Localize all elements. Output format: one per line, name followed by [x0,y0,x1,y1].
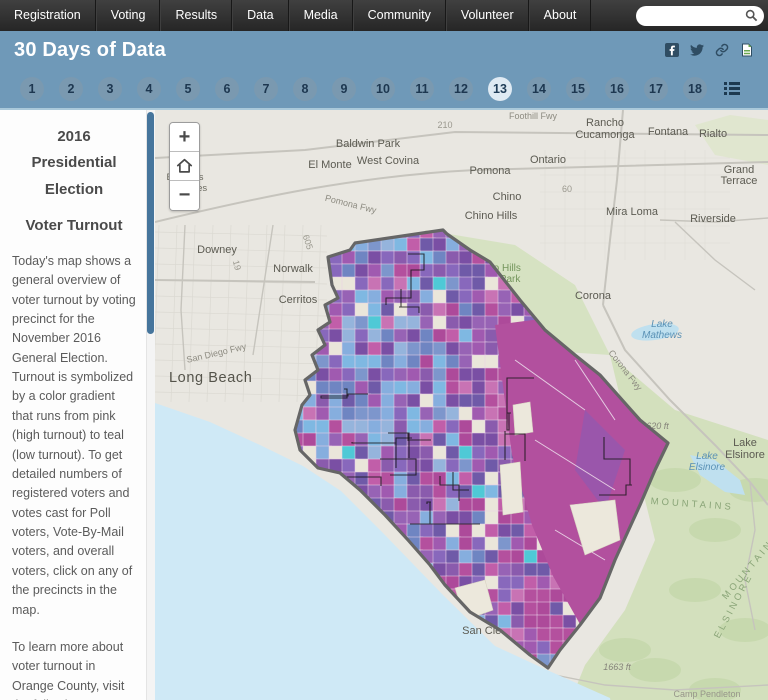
sidebar-heading-line: Presidential [31,154,117,172]
top-nav-list: Registration Voting Results Data Media Commun… [0,0,592,31]
nav-item-data[interactable]: Data [232,0,289,31]
map-label: Chino [493,191,522,203]
day-button-17[interactable]: 17 [644,76,668,101]
nav-item-community[interactable]: Community [352,0,446,31]
sidebar-heading-line: 2016 [57,128,91,145]
map-label: Lake [651,319,673,330]
map-zoom-control: + − [169,122,200,211]
day-button-5[interactable]: 5 [176,76,200,101]
link-icon[interactable] [715,43,729,57]
app-window: Registration Voting Results Data Media Commun… [0,0,768,700]
nav-item-results[interactable]: Results [160,0,233,31]
day-button-12[interactable]: 12 [449,76,473,101]
map-label: Mira Loma [606,206,659,218]
search-area [636,0,768,31]
day-button-6[interactable]: 6 [215,76,239,101]
sidebar-paragraph: To learn more about voter turnout in Ora… [12,639,127,700]
nav-item-voting[interactable]: Voting [95,0,161,31]
day-button-4[interactable]: 4 [137,76,161,101]
page-title: 30 Days of Data [14,38,166,61]
map-label: Terrace [721,175,758,187]
map-label: Fontana [648,126,689,138]
map-label: Riverside [690,213,736,225]
sidebar-scrollbar[interactable] [147,110,155,700]
zoom-out-button[interactable]: − [170,181,199,210]
day-button-7[interactable]: 7 [254,76,278,101]
map-label: Cucamonga [575,129,635,141]
map-label: Baldwin Park [336,138,401,150]
search-icon[interactable] [745,9,758,22]
day-nav: 1 2 3 4 5 6 7 8 9 10 11 12 13 14 15 16 17 18 [0,69,768,108]
day-button-3[interactable]: 3 [98,76,122,101]
nav-item-volunteer[interactable]: Volunteer [445,0,529,31]
nav-item-about[interactable]: About [528,0,592,31]
map-label: Rialto [699,128,727,140]
nav-item-media[interactable]: Media [288,0,353,31]
map-label: Downey [197,244,237,256]
day-button-8[interactable]: 8 [293,76,317,101]
map-label: Long Beach [169,370,252,386]
day-button-10[interactable]: 10 [371,76,395,101]
map-label: Elsinore [725,449,765,461]
zoom-in-button[interactable]: + [170,123,199,152]
day-button-16[interactable]: 16 [605,76,629,101]
day-button-15[interactable]: 15 [566,76,590,101]
home-button[interactable] [170,152,199,181]
header-band: 30 Days of Data 1 2 3 4 5 6 7 8 9 10 11 12 13 14 15 16 1… [0,31,768,110]
sidebar-heading: 2016 Presidential Election [12,124,136,203]
map-canvas[interactable]: Foothill Fwy 210 Rancho Cucamonga Fontana Ria… [155,110,768,700]
day-list-button[interactable] [722,77,742,101]
social-icons [665,43,754,57]
map-label: West Covina [357,155,420,167]
home-icon [176,158,193,173]
map-label: Lake [696,451,718,462]
day-button-1[interactable]: 1 [20,76,44,101]
map-label: Chino Hills [465,210,518,222]
day-button-18[interactable]: 18 [683,76,707,101]
map-label: Rancho [586,117,624,129]
map-label: Foothill Fwy [509,111,558,121]
nav-item-registration[interactable]: Registration [0,0,96,31]
map-label: Elsinore [689,462,726,473]
top-nav: Registration Voting Results Data Media Commun… [0,0,768,31]
sidebar-heading-line: Election [44,180,104,198]
sidebar-paragraph: Today's map shows a general overview of … [12,253,136,617]
map-label: El Monte [308,159,351,171]
day-button-9[interactable]: 9 [332,76,356,101]
list-view-icon [724,82,740,95]
map-label: Ontario [530,154,566,166]
day-button-2[interactable]: 2 [59,76,83,101]
facebook-icon[interactable] [665,43,679,57]
map-label: Pomona [470,165,512,177]
sidebar-paragraphs: Today's map shows a general overview of … [12,252,136,700]
day-button-11[interactable]: 11 [410,76,434,101]
sidebar-subheading: Voter Turnout [25,216,123,234]
day-button-14[interactable]: 14 [527,76,551,101]
map-label: Cerritos [279,294,318,306]
esri-map[interactable]: Foothill Fwy 210 RanchoCucamonga Fontana Ria… [155,110,768,700]
map-label: Camp Pendleton [673,689,740,699]
scrollbar-thumb[interactable] [147,112,154,334]
map-label: Lake [733,437,757,449]
document-icon[interactable] [740,43,754,57]
sidebar: 2016 Presidential Election Voter Turnout T… [0,110,147,700]
twitter-icon[interactable] [690,43,704,57]
map-label: 1663 ft [603,662,631,672]
map-label: Mathews [642,330,682,341]
map-label: Norwalk [273,263,313,275]
map-label: 210 [437,120,452,130]
day-button-13[interactable]: 13 [488,76,512,101]
map-label: 60 [562,184,572,194]
map-label: Corona [575,290,612,302]
